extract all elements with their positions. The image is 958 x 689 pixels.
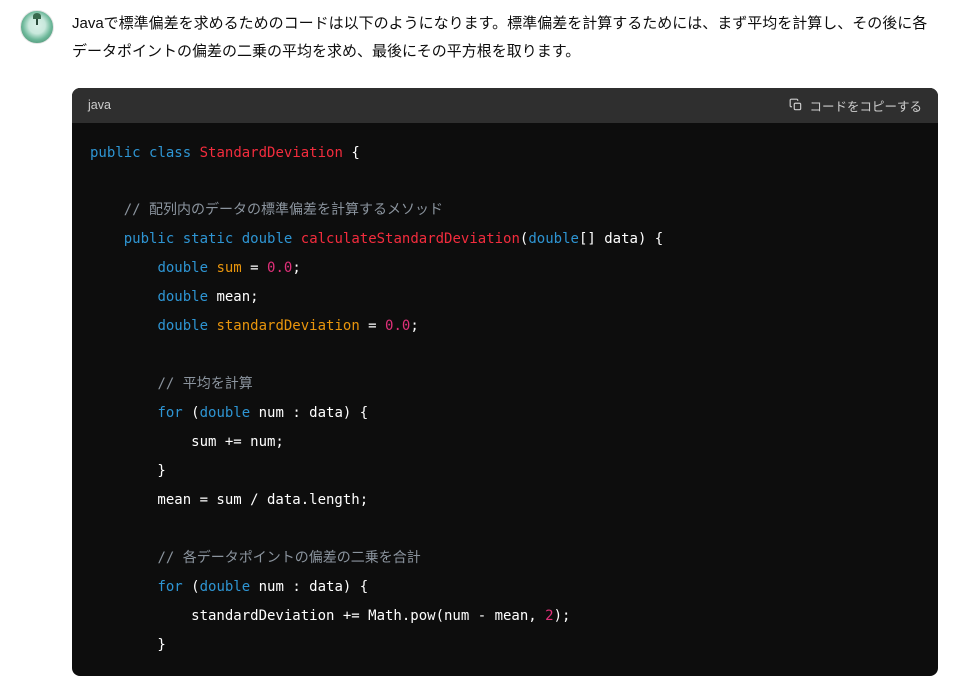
code-token: class xyxy=(149,145,191,161)
code-token: 0.0 xyxy=(267,260,292,276)
code-block: java コードをコピーする public class StandardDevi… xyxy=(72,88,938,676)
code-token: double xyxy=(528,231,579,247)
code-token: for xyxy=(157,579,182,595)
code-token: double xyxy=(200,579,251,595)
code-token: double xyxy=(242,231,293,247)
code-token: double xyxy=(157,289,208,305)
code-header: java コードをコピーする xyxy=(72,88,938,123)
code-token: 2 xyxy=(545,608,553,624)
code-language-label: java xyxy=(88,98,111,112)
code-token: public xyxy=(90,145,141,161)
copy-button-label: コードをコピーする xyxy=(809,96,922,115)
copy-code-button[interactable]: コードをコピーする xyxy=(789,96,922,115)
message-content: Javaで標準偏差を求めるためのコードは以下のようになります。標準偏差を計算する… xyxy=(72,10,938,676)
code-token: 0.0 xyxy=(385,318,410,334)
code-token: static xyxy=(183,231,234,247)
avatar xyxy=(20,10,54,44)
code-comment: // 配列内のデータの標準偏差を計算するメソッド xyxy=(124,202,443,218)
code-comment: // 各データポイントの偏差の二乗を合計 xyxy=(157,550,420,566)
code-token: calculateStandardDeviation xyxy=(301,231,520,247)
explanation-text: Javaで標準偏差を求めるためのコードは以下のようになります。標準偏差を計算する… xyxy=(72,10,938,66)
code-token: double xyxy=(200,405,251,421)
code-token: standardDeviation xyxy=(216,318,359,334)
code-comment: // 平均を計算 xyxy=(157,376,252,392)
code-token: public xyxy=(124,231,175,247)
assistant-message: Javaで標準偏差を求めるためのコードは以下のようになります。標準偏差を計算する… xyxy=(20,10,938,676)
code-token: StandardDeviation xyxy=(200,145,343,161)
code-token: double xyxy=(157,318,208,334)
code-body[interactable]: public class StandardDeviation { // 配列内の… xyxy=(72,123,938,676)
copy-icon xyxy=(789,98,803,112)
code-token: sum xyxy=(216,260,241,276)
code-token: double xyxy=(157,260,208,276)
code-token: for xyxy=(157,405,182,421)
